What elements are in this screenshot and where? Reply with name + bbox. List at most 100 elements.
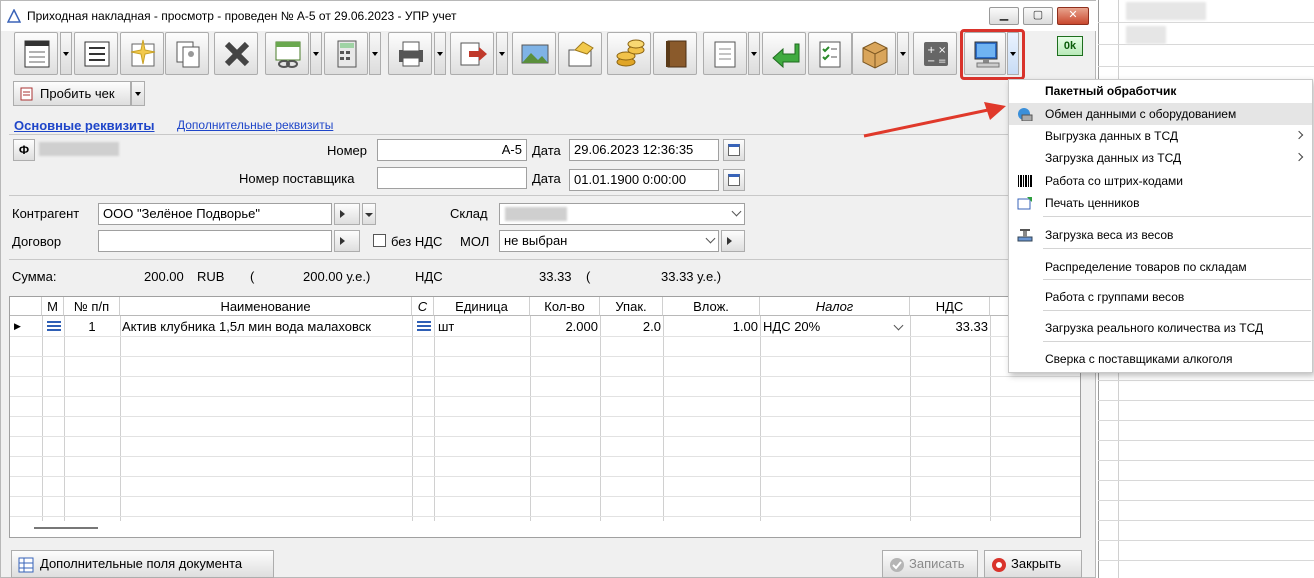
row-tax[interactable]: НДС 20%: [763, 317, 908, 336]
export-button[interactable]: [450, 32, 494, 75]
title-bar: Приходная накладная - просмотр - проведе…: [1, 1, 1097, 31]
payment-button[interactable]: [607, 32, 651, 75]
date2-field[interactable]: 01.01.1900 0:00:00: [569, 169, 719, 191]
handshake-button[interactable]: [558, 32, 602, 75]
menu-item-barcodes[interactable]: Работа со штрих-кодами: [1009, 170, 1312, 192]
return-button[interactable]: [762, 32, 806, 75]
current-row-marker: ▶: [14, 321, 21, 331]
column-header-pack[interactable]: Упак.: [600, 297, 663, 316]
items-table[interactable]: М № п/п Наименование С Единица Кол-во Уп…: [9, 296, 1081, 538]
menu-item-price-tags[interactable]: Печать ценников: [1009, 192, 1312, 214]
menu-item-alcohol-reconciliation[interactable]: Сверка с поставщиками алкоголя: [1009, 348, 1312, 370]
menu-item-export-tsd[interactable]: Выгрузка данных в ТСД: [1009, 125, 1312, 147]
supplier-number-field[interactable]: [377, 167, 527, 189]
menu-header-batch[interactable]: Пакетный обработчик: [1009, 80, 1312, 102]
box-dropdown[interactable]: [897, 32, 909, 75]
list-button[interactable]: [74, 32, 118, 75]
receipt-icon: [20, 87, 33, 101]
close-button[interactable]: Закрыть: [984, 550, 1082, 578]
column-header-unit[interactable]: Единица: [434, 297, 530, 316]
blurred-warehouse: [505, 207, 567, 221]
menu-item-label: Загрузка веса из весов: [1045, 228, 1174, 242]
calculator-button[interactable]: [324, 32, 368, 75]
horizontal-scrollbar[interactable]: [34, 527, 98, 529]
extra-fields-button[interactable]: Дополнительные поля документа: [11, 550, 274, 578]
calculator-dropdown[interactable]: [369, 32, 381, 75]
print-receipt-button[interactable]: Пробить чек: [13, 81, 131, 106]
maximize-button[interactable]: ▢: [1023, 7, 1053, 25]
counterparty-dropdown[interactable]: [362, 203, 376, 225]
column-header-name[interactable]: Наименование: [120, 297, 412, 316]
window-title: Приходная накладная - просмотр - проведе…: [27, 9, 457, 23]
document-edit-button[interactable]: [703, 32, 747, 75]
new-item-button[interactable]: [120, 32, 164, 75]
mol-select-button[interactable]: [721, 230, 745, 252]
minimize-button[interactable]: ▁: [989, 7, 1019, 25]
document-edit-dropdown[interactable]: [748, 32, 760, 75]
calendar-dropdown[interactable]: [310, 32, 322, 75]
sum-ue: 200.00 у.е.): [303, 269, 371, 284]
column-header-vat[interactable]: НДС: [910, 297, 990, 316]
annotation-arrow: [863, 102, 1006, 138]
print-receipt-dropdown[interactable]: [131, 81, 145, 106]
tab-extra-details[interactable]: Дополнительные реквизиты: [177, 118, 333, 132]
phi-button[interactable]: Ф: [13, 139, 35, 161]
mol-field[interactable]: не выбран: [499, 230, 719, 252]
date2-label: Дата: [532, 171, 561, 186]
hand-paper-icon: [568, 41, 594, 67]
vat-value: 33.33: [539, 269, 572, 284]
copy-button[interactable]: [165, 32, 209, 75]
save-button[interactable]: Записать: [882, 550, 978, 578]
new-document-dropdown[interactable]: [60, 32, 72, 75]
menu-item-real-quantity[interactable]: Загрузка реального количества из ТСД: [1009, 317, 1312, 339]
close-window-button[interactable]: ✕: [1057, 7, 1089, 25]
date-field[interactable]: 29.06.2023 12:36:35: [569, 139, 719, 161]
date2-calendar-button[interactable]: [723, 169, 745, 191]
date-calendar-button[interactable]: [723, 139, 745, 161]
tab-main-details[interactable]: Основные реквизиты: [14, 118, 155, 133]
sum-open-paren: (: [250, 269, 255, 284]
column-header-m[interactable]: М: [42, 297, 64, 316]
menu-item-weight-groups[interactable]: Работа с группами весов: [1009, 286, 1312, 308]
mol-label: МОЛ: [460, 234, 490, 249]
menu-item-import-tsd[interactable]: Загрузка данных из ТСД: [1009, 147, 1312, 169]
calendar-link-button[interactable]: [265, 32, 309, 75]
mol-value: не выбран: [504, 233, 568, 248]
menu-item-label: Работа со штрих-кодами: [1045, 174, 1183, 188]
image-button[interactable]: [512, 32, 556, 75]
list-icon: [47, 321, 61, 333]
column-header-qty[interactable]: Кол-во: [530, 297, 600, 316]
column-header-num[interactable]: № п/п: [64, 297, 120, 316]
counterparty-label: Контрагент: [12, 206, 80, 221]
list-form-icon: [84, 41, 110, 67]
export-dropdown[interactable]: [496, 32, 508, 75]
counterparty-select-button[interactable]: [334, 203, 360, 225]
number-label: Номер: [327, 143, 368, 158]
contract-select-button[interactable]: [334, 230, 360, 252]
counterparty-field[interactable]: ООО "Зелёное Подворье": [98, 203, 332, 225]
column-header-inner[interactable]: Влож.: [663, 297, 760, 316]
column-header-tax[interactable]: Налог: [760, 297, 910, 316]
sum-value: 200.00: [144, 269, 184, 284]
sparkle-icon: [130, 39, 156, 67]
menu-item-label: Обмен данными с оборудованием: [1045, 107, 1237, 121]
menu-item-load-weight[interactable]: Загрузка веса из весов: [1009, 224, 1312, 246]
delete-button[interactable]: [214, 32, 258, 75]
chevron-down-icon: [731, 206, 742, 217]
column-header-c[interactable]: С: [412, 297, 434, 316]
print-dropdown[interactable]: [434, 32, 446, 75]
ok-button[interactable]: 0k: [1057, 36, 1083, 56]
contract-field[interactable]: [98, 230, 332, 252]
new-document-button[interactable]: [14, 32, 58, 75]
equipment-exchange-icon: [1018, 108, 1033, 121]
box-button[interactable]: [852, 32, 896, 75]
math-button[interactable]: + × − =: [913, 32, 957, 75]
print-button[interactable]: [388, 32, 432, 75]
document-window: Приходная накладная - просмотр - проведе…: [0, 0, 1097, 578]
journal-button[interactable]: [653, 32, 697, 75]
number-field[interactable]: А-5: [377, 139, 527, 161]
checklist-button[interactable]: [808, 32, 852, 75]
no-vat-checkbox[interactable]: [373, 234, 386, 247]
menu-item-distribute-warehouses[interactable]: Распределение товаров по складам: [1009, 256, 1312, 278]
menu-item-equipment-exchange[interactable]: Обмен данными с оборудованием: [1009, 103, 1312, 125]
